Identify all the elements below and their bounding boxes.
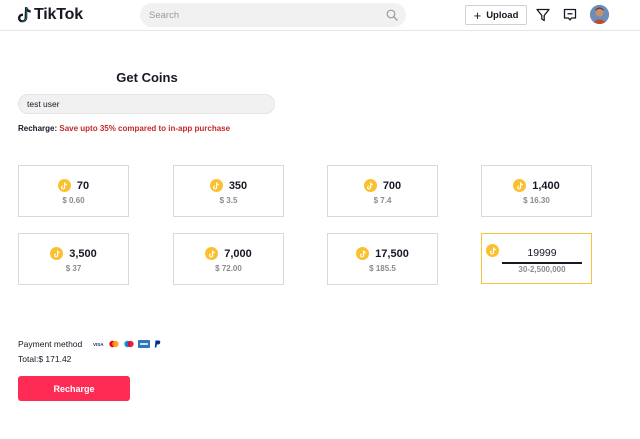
- coin-package-700[interactable]: 700 $ 7.4: [327, 165, 438, 217]
- coin-icon: [513, 179, 527, 192]
- recharge-note: Recharge: Save upto 35% compared to in-a…: [18, 124, 230, 133]
- coin-price: $ 185.5: [369, 264, 396, 273]
- custom-range-hint: 30-2,500,000: [518, 265, 566, 274]
- avatar-image: [590, 5, 609, 24]
- total-amount: Total:$ 171.42: [18, 354, 72, 364]
- coin-icon: [363, 179, 377, 192]
- coin-package-1400[interactable]: 1,400 $ 16.30: [481, 165, 592, 217]
- coin-amount: 1,400: [532, 179, 560, 192]
- inbox-icon[interactable]: [563, 8, 577, 22]
- coin-price: $ 37: [65, 264, 82, 273]
- coin-amount: 3,500: [69, 247, 97, 260]
- coin-package-3500[interactable]: 3,500 $ 37: [18, 233, 129, 285]
- coin-amount: 350: [228, 179, 248, 192]
- coin-amount: 700: [382, 179, 402, 192]
- paypal-icon: [153, 340, 161, 348]
- upload-button[interactable]: + Upload: [465, 5, 527, 25]
- coin-price: $ 16.30: [523, 196, 550, 205]
- search-input[interactable]: [140, 3, 370, 27]
- coin-price: $ 7.4: [373, 196, 392, 205]
- payment-method-label: Payment method: [18, 339, 83, 349]
- page-title: Get Coins: [116, 70, 178, 85]
- promo-text: Save upto 35% compared to in-app purchas…: [59, 124, 231, 133]
- custom-coin-input[interactable]: 19999: [502, 247, 582, 259]
- coin-price: $ 72.00: [215, 264, 242, 273]
- upload-label: Upload: [486, 9, 519, 21]
- input-underline: [502, 262, 582, 264]
- plus-icon: +: [473, 7, 482, 23]
- coin-amount: 70: [76, 179, 90, 192]
- top-header: TikTok + Upload: [0, 0, 640, 31]
- coin-package-custom[interactable]: 19999 30-2,500,000: [481, 233, 592, 284]
- tiktok-logo[interactable]: TikTok: [18, 5, 83, 25]
- coin-package-7000[interactable]: 7,000 $ 72.00: [173, 233, 284, 285]
- search-bar[interactable]: [140, 3, 406, 27]
- coin-package-350[interactable]: 350 $ 3.5: [173, 165, 284, 217]
- coin-icon: [50, 247, 64, 260]
- username-field[interactable]: [18, 94, 275, 114]
- visa-icon: VISA: [93, 341, 104, 347]
- tiktok-note-icon: [18, 7, 31, 23]
- coin-price: $ 0.60: [62, 196, 85, 205]
- coin-package-17500[interactable]: 17,500 $ 185.5: [327, 233, 438, 285]
- payment-method: Payment method VISA: [18, 339, 161, 349]
- coin-icon: [205, 247, 219, 260]
- maestro-icon: [123, 340, 135, 348]
- recharge-label: Recharge:: [18, 124, 58, 133]
- amex-icon: [138, 340, 151, 348]
- coin-icon: [356, 247, 370, 260]
- coin-amount: 17,500: [375, 247, 409, 260]
- coin-package-70[interactable]: 70 $ 0.60: [18, 165, 129, 217]
- recharge-button[interactable]: Recharge: [18, 376, 130, 401]
- coin-icon: [57, 179, 71, 192]
- payment-icons: VISA: [88, 340, 161, 348]
- coin-price: $ 3.5: [219, 196, 238, 205]
- filter-send-icon[interactable]: [536, 8, 550, 22]
- user-avatar[interactable]: [590, 5, 609, 24]
- coin-amount: 7,000: [224, 247, 252, 260]
- coin-icon: [209, 179, 223, 192]
- mastercard-icon: [108, 340, 120, 348]
- logo-text: TikTok: [34, 6, 83, 23]
- search-icon[interactable]: [386, 9, 398, 21]
- coin-icon: [486, 244, 499, 257]
